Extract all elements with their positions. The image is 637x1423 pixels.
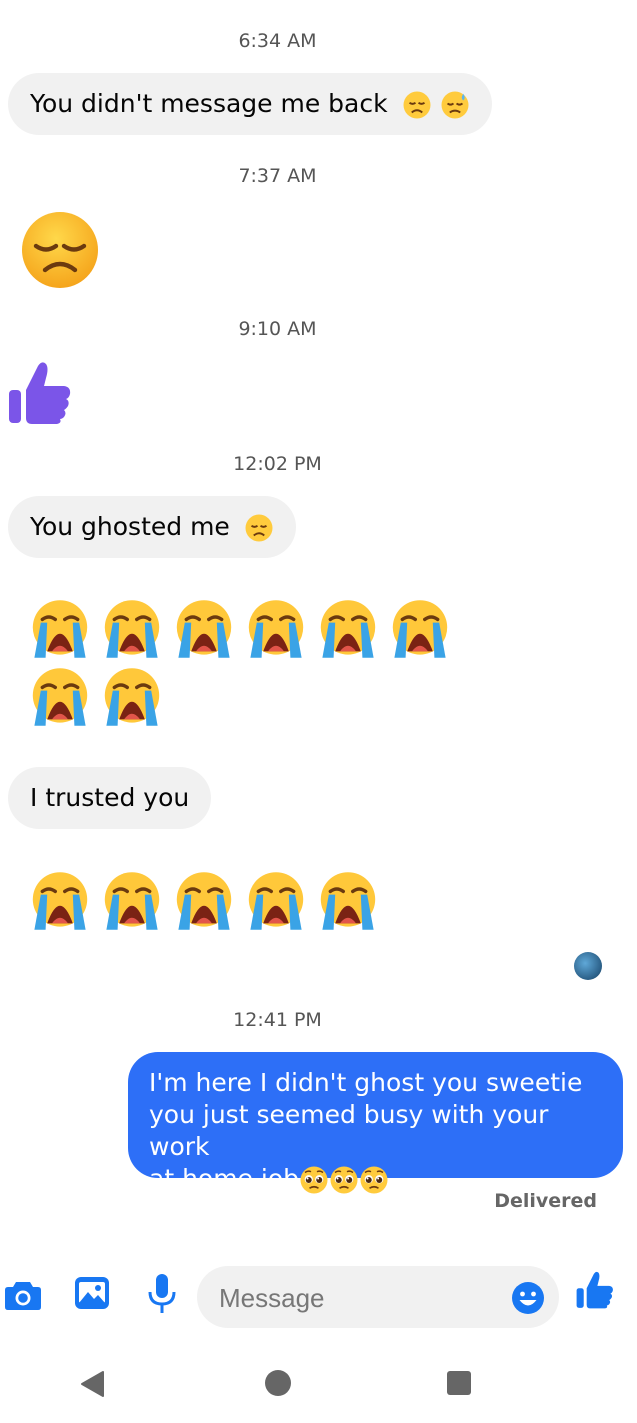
loudly-crying-face-icon bbox=[176, 600, 232, 658]
loudly-crying-face-icon bbox=[248, 872, 304, 930]
timestamp: 7:37 AM bbox=[238, 165, 317, 187]
loudly-crying-face-icon bbox=[176, 872, 232, 930]
message-text: at home job bbox=[149, 1164, 299, 1193]
loudly-crying-face-icon bbox=[32, 668, 88, 726]
pleading-face-icon bbox=[330, 1166, 358, 1194]
timestamp: 12:41 PM bbox=[233, 1009, 322, 1031]
loudly-crying-face-icon bbox=[248, 600, 304, 658]
pleading-face-icon bbox=[360, 1166, 388, 1194]
microphone-icon[interactable] bbox=[147, 1273, 177, 1315]
message-text: I trusted you bbox=[30, 783, 190, 812]
crying-emoji-row[interactable] bbox=[28, 665, 164, 729]
thumbs-up-icon[interactable] bbox=[576, 1270, 614, 1310]
incoming-message[interactable]: You ghosted me bbox=[8, 496, 296, 558]
loudly-crying-face-icon bbox=[320, 872, 376, 930]
disappointed-face-icon[interactable] bbox=[20, 210, 100, 290]
loudly-crying-face-icon bbox=[32, 600, 88, 658]
crying-emoji-row[interactable] bbox=[28, 869, 380, 933]
message-text: You didn't message me back bbox=[30, 89, 388, 118]
timestamp: 9:10 AM bbox=[238, 318, 317, 340]
crying-emoji-row[interactable] bbox=[28, 597, 452, 661]
message-input[interactable] bbox=[217, 1266, 491, 1330]
disappointed-face-icon bbox=[245, 514, 273, 542]
emoji-icon[interactable] bbox=[511, 1281, 545, 1315]
loudly-crying-face-icon bbox=[104, 872, 160, 930]
loudly-crying-face-icon bbox=[392, 600, 448, 658]
recents-icon[interactable] bbox=[446, 1370, 472, 1396]
loudly-crying-face-icon bbox=[320, 600, 376, 658]
pleading-face-icon bbox=[300, 1166, 328, 1194]
message-composer[interactable] bbox=[197, 1266, 559, 1330]
outgoing-message[interactable]: I'm here I didn't ghost you sweetie you … bbox=[128, 1052, 623, 1194]
loudly-crying-face-icon bbox=[32, 872, 88, 930]
disappointed-face-icon bbox=[403, 91, 431, 119]
timestamp: 6:34 AM bbox=[238, 30, 317, 52]
thumbs-up-icon[interactable] bbox=[8, 360, 72, 426]
image-icon[interactable] bbox=[74, 1276, 110, 1310]
delivery-status: Delivered bbox=[494, 1190, 597, 1212]
system-navbar bbox=[0, 1340, 637, 1423]
camera-icon[interactable] bbox=[4, 1279, 42, 1311]
back-icon[interactable] bbox=[79, 1370, 105, 1398]
home-icon[interactable] bbox=[264, 1369, 292, 1397]
incoming-message[interactable]: You didn't message me back bbox=[8, 73, 492, 135]
downcast-sweat-face-icon bbox=[441, 91, 468, 119]
loudly-crying-face-icon bbox=[104, 668, 160, 726]
message-text: You ghosted me bbox=[30, 512, 230, 541]
loudly-crying-face-icon bbox=[104, 600, 160, 658]
message-text-line: I'm here I didn't ghost you sweetie bbox=[149, 1068, 583, 1097]
incoming-message[interactable]: I trusted you bbox=[8, 767, 212, 829]
message-text-line: you just seemed busy with your work bbox=[149, 1100, 549, 1161]
timestamp: 12:02 PM bbox=[233, 453, 322, 475]
avatar bbox=[574, 952, 602, 980]
